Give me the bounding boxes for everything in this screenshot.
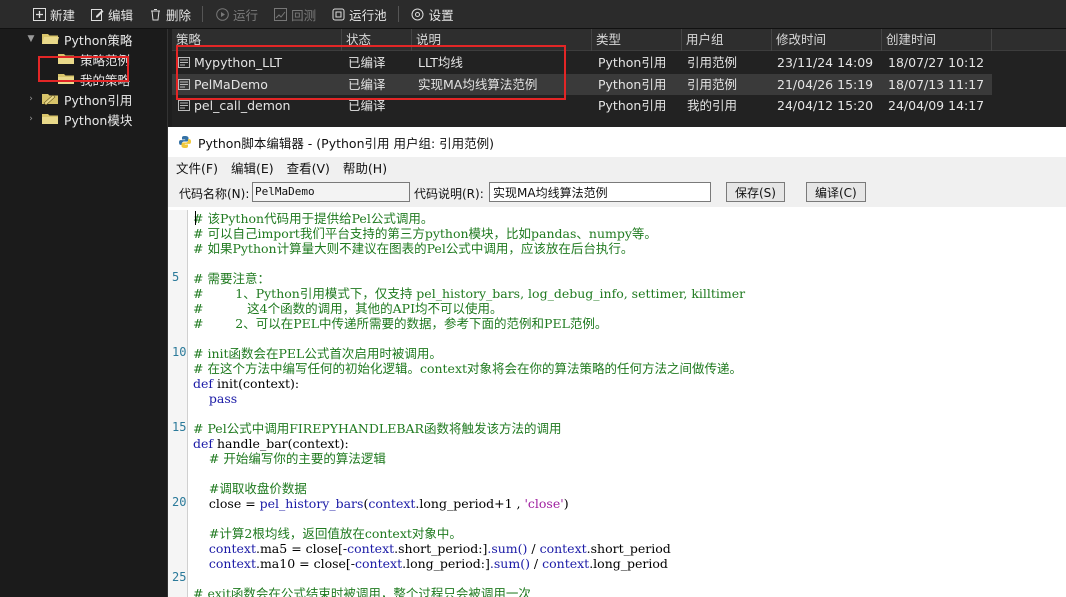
main-toolbar: 新建 编辑 删除 运行 回测 运行池 设置	[0, 0, 1066, 29]
tree-node-python-ref[interactable]: › Python引用	[26, 89, 132, 109]
folder-open-icon	[42, 34, 59, 44]
line-number: 20	[172, 495, 187, 509]
code-line: # 2、可以在PEL中传递所需要的数据，参考下面的范例和PEL范例。	[193, 316, 608, 331]
run-pool-button[interactable]: 运行池	[327, 3, 391, 25]
menu-view[interactable]: 查看(V)	[287, 158, 330, 177]
pool-icon	[331, 7, 345, 21]
toolbar-divider	[397, 6, 399, 22]
line-number-gutter: 5 10 15 20 25	[168, 210, 188, 597]
editor-form: 代码名称(N): PelMaDemo 代码说明(R): 实现MA均线算法范例 保…	[168, 177, 1066, 207]
code-line: # 这4个函数的调用，其他的API均不可以使用。	[193, 301, 503, 316]
line-number: 15	[172, 420, 187, 434]
code-line: pass	[193, 391, 238, 406]
backtest-button[interactable]: 回测	[269, 3, 320, 25]
code-line: context.ma10 = close[-context.long_perio…	[208, 556, 668, 571]
tree-selection-outline	[38, 56, 129, 82]
code-name-label: 代码名称(N):	[179, 187, 250, 201]
script-icon	[178, 100, 190, 111]
toolbar-divider	[202, 6, 204, 22]
code-line: # 可以自己import我们平台支持的第三方python模块，比如pandas、…	[193, 226, 657, 241]
code-line: # 在这个方法中编写任何的初始化逻辑。context对象将会在你的算法策略的任何…	[193, 361, 743, 376]
run-button[interactable]: 运行	[211, 3, 262, 25]
play-circle-icon	[215, 7, 229, 21]
plus-square-icon	[32, 7, 46, 21]
chevron-right-icon[interactable]: ›	[26, 94, 36, 104]
folder-icon	[42, 114, 58, 124]
settings-button[interactable]: 设置	[407, 3, 458, 25]
code-desc-label: 代码说明(R):	[414, 187, 484, 201]
python-logo-icon	[179, 136, 191, 148]
chart-icon	[273, 7, 287, 21]
folder-edit-icon	[42, 94, 58, 105]
code-line: context.ma5 = close[-context.short_perio…	[208, 541, 671, 556]
column-header-type[interactable]: 类型	[592, 29, 682, 51]
tree-node-python-strategy[interactable]: ▼ Python策略	[26, 29, 133, 49]
menu-file[interactable]: 文件(F)	[176, 158, 218, 177]
column-header-modified[interactable]: 修改时间	[772, 29, 882, 51]
menu-edit[interactable]: 编辑(E)	[231, 158, 274, 177]
editor-menu-bar: 文件(F) 编辑(E) 查看(V) 帮助(H)	[168, 157, 1066, 177]
chevron-right-icon[interactable]: ›	[26, 114, 36, 124]
code-desc-field[interactable]: 实现MA均线算法范例	[489, 182, 711, 202]
edit-pencil-icon	[90, 7, 104, 21]
column-header-created[interactable]: 创建时间	[882, 29, 992, 51]
column-header-user-group[interactable]: 用户组	[682, 29, 772, 51]
editor-title-bar: Python脚本编辑器 - (Python引用 用户组: 引用范例)	[168, 127, 1066, 157]
code-line: # 需要注意：	[193, 271, 270, 286]
grid-selection-outline	[176, 45, 566, 100]
code-line: #调取收盘价数据	[193, 481, 307, 496]
code-line: def init(context):	[193, 376, 300, 391]
editor-title: Python脚本编辑器 - (Python引用 用户组: 引用范例)	[198, 135, 495, 151]
trash-icon	[148, 7, 162, 21]
compile-button[interactable]: 编译(C)	[806, 182, 866, 202]
gear-icon	[411, 7, 425, 21]
line-number: 10	[172, 345, 187, 359]
tree-node-python-module[interactable]: › Python模块	[26, 109, 132, 129]
save-button[interactable]: 保存(S)	[726, 182, 785, 202]
text-cursor	[195, 211, 196, 225]
code-line: close = pel_history_bars(context.long_pe…	[193, 496, 569, 511]
code-line: # exit函数会在公式结束时被调用，整个过程只会被调用一次	[193, 586, 531, 597]
code-line: #计算2根均线，返回值放在context对象中。	[193, 526, 462, 541]
strategy-tree: ▼ Python策略 策略范例 我的策略 › Python引用 › Python…	[0, 29, 168, 597]
menu-help[interactable]: 帮助(H)	[343, 158, 387, 177]
chevron-down-icon[interactable]: ▼	[26, 34, 36, 44]
edit-button[interactable]: 编辑	[86, 3, 137, 25]
code-line: # 开始编写你的主要的算法逻辑	[193, 451, 386, 466]
code-editor[interactable]: # 该Python代码用于提供给Pel公式调用。 # 可以自己import我们平台…	[193, 210, 1063, 597]
code-line: # init函数会在PEL公式首次启用时被调用。	[193, 346, 442, 361]
code-name-field[interactable]: PelMaDemo	[252, 182, 410, 202]
code-line: # 该Python代码用于提供给Pel公式调用。	[193, 211, 434, 226]
delete-button[interactable]: 删除	[144, 3, 195, 25]
python-script-editor: Python脚本编辑器 - (Python引用 用户组: 引用范例) 文件(F)…	[168, 127, 1066, 597]
code-line: # Pel公式中调用FIREPYHANDLEBAR函数将触发该方法的调用	[193, 421, 562, 436]
line-number: 25	[172, 570, 187, 584]
line-number: 5	[172, 270, 180, 284]
code-line: # 1、Python引用模式下，仅支持 pel_history_bars, lo…	[193, 286, 746, 301]
new-button[interactable]: 新建	[28, 3, 79, 25]
code-line: # 如果Python计算量大则不建议在图表的Pel公式中调用，应该放在后台执行。	[193, 241, 634, 256]
code-line: def handle_bar(context):	[193, 436, 349, 451]
